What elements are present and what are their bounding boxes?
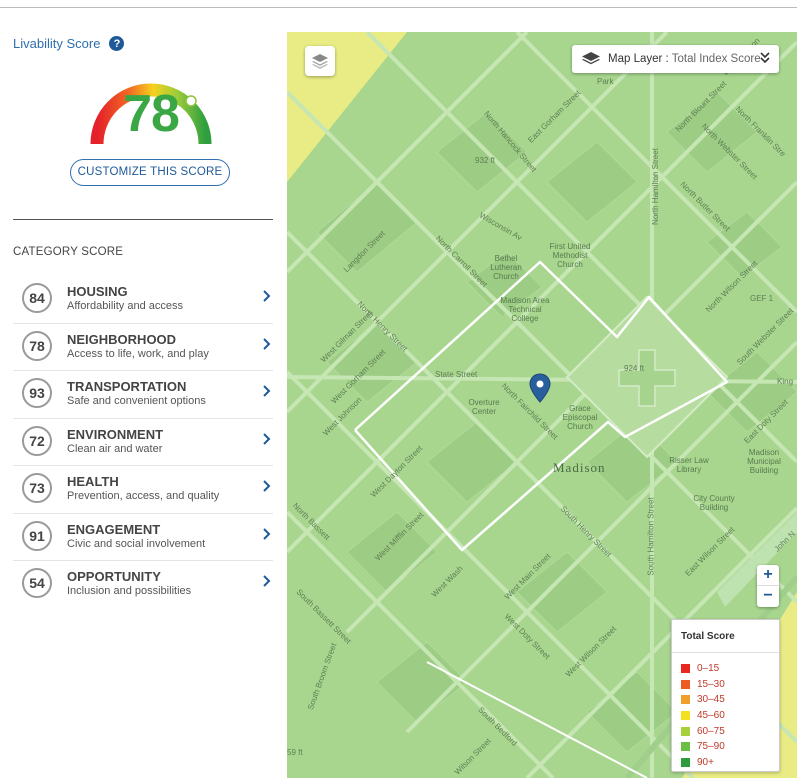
legend-item: 45–60 — [681, 708, 779, 724]
livability-header: Livability Score ? — [13, 36, 125, 51]
help-icon[interactable]: ? — [109, 36, 125, 51]
category-item-engagement[interactable]: 91 ENGAGEMENT Civic and social involveme… — [13, 514, 273, 561]
legend-label: 90+ — [697, 756, 714, 768]
category-name: TRANSPORTATION — [67, 379, 187, 394]
category-name: NEIGHBORHOOD — [67, 331, 177, 347]
category-description: Access to life, work, and play — [67, 347, 209, 360]
category-item-housing[interactable]: 84 HOUSING Affordability and access — [13, 276, 273, 324]
legend-swatch — [681, 664, 690, 674]
category-list: 84 HOUSING Affordability and access 78 N… — [13, 276, 273, 609]
poi-label: City County Building — [693, 494, 735, 512]
double-chevron-down-icon — [760, 52, 770, 64]
map-label: North Hamilton Street — [650, 148, 660, 225]
legend-label: 60–75 — [697, 725, 725, 737]
chevron-right-icon — [263, 337, 271, 350]
legend-swatch — [681, 679, 690, 689]
map-label: 932 ft — [475, 156, 496, 165]
chevron-right-icon — [263, 527, 271, 540]
category-description: Affordability and access — [67, 300, 183, 312]
category-score-badge: 73 — [22, 473, 52, 503]
map-label: 59 ft — [287, 748, 303, 757]
livability-title: Livability Score — [13, 36, 101, 51]
category-section-title: CATEGORY SCORE — [13, 246, 124, 258]
customize-score-button[interactable]: CUSTOMIZE THIS SCORE — [70, 159, 230, 186]
poi-label: Grace Episcopal Church — [562, 404, 598, 431]
category-description: Civic and social involvement — [67, 537, 206, 550]
legend-item: 90+ — [681, 755, 779, 771]
map-label: South Hamilton Street — [646, 497, 656, 576]
category-score-badge: 84 — [22, 283, 52, 313]
chevron-right-icon — [263, 432, 271, 445]
category-name: HOUSING — [67, 284, 128, 299]
legend-item: 0–15 — [681, 661, 779, 677]
category-name: ENGAGEMENT — [67, 521, 161, 537]
legend-swatch — [681, 726, 690, 736]
category-description: Safe and convenient options — [67, 395, 206, 407]
category-item-opportunity[interactable]: 54 OPPORTUNITY Inclusion and possibiliti… — [13, 561, 273, 609]
legend-items: 0–15 15–30 30–45 45–60 60–75 75–90 90+ — [672, 653, 779, 770]
map-layer-value: Total Index Score — [671, 53, 761, 65]
legend-swatch — [681, 695, 690, 705]
map-label: 924 ft — [624, 364, 645, 373]
score-gauge: 78 — [84, 64, 218, 148]
poi-label: Madison Municipal Building — [747, 448, 781, 475]
category-description: Clean air and water — [67, 442, 163, 455]
category-description: Prevention, access, and quality — [67, 490, 220, 502]
legend-label: 0–15 — [697, 663, 720, 675]
map-layer-label: Map Layer : — [608, 53, 669, 65]
legend-item: 60–75 — [681, 723, 779, 739]
category-score-badge: 91 — [22, 520, 52, 551]
zoom-in-button[interactable]: + — [757, 565, 779, 586]
poi-label: First United Methodist Church — [549, 242, 591, 269]
chevron-right-icon — [263, 290, 271, 302]
layers-icon — [312, 54, 328, 69]
category-score-badge: 72 — [22, 425, 52, 456]
category-name: HEALTH — [67, 474, 119, 489]
chevron-right-icon — [263, 385, 271, 397]
category-score-badge: 54 — [22, 568, 52, 598]
legend-item: 30–45 — [681, 692, 779, 708]
map-view[interactable]: Park 932 ft 924 ft 59 ft North Hancock S… — [287, 32, 797, 778]
poi-label: Overture Center — [468, 398, 500, 416]
legend-title: Total Score — [672, 620, 779, 653]
city-label: Madison — [553, 460, 606, 475]
legend-item: 75–90 — [681, 739, 779, 755]
category-item-transportation[interactable]: 93 TRANSPORTATION Safe and convenient op… — [13, 371, 273, 419]
poi-label: Madison Area Technical College — [500, 296, 550, 323]
map-label: State Street — [435, 370, 478, 379]
livability-score: 78 — [123, 85, 180, 143]
legend-label: 45–60 — [697, 710, 725, 722]
category-name: ENVIRONMENT — [67, 426, 164, 442]
map-label: King — [777, 377, 794, 386]
legend-swatch — [681, 711, 690, 721]
legend-item: 15–30 — [681, 677, 779, 693]
chevron-right-icon — [263, 575, 271, 587]
zoom-out-button[interactable]: − — [757, 586, 779, 607]
map-legend: Total Score 0–15 15–30 30–45 45–60 60–75 75–9… — [671, 619, 780, 772]
category-item-neighborhood[interactable]: 78 NEIGHBORHOOD Access to life, work, an… — [13, 324, 273, 371]
section-divider — [13, 219, 273, 220]
category-description: Inclusion and possibilities — [67, 585, 192, 597]
legend-label: 15–30 — [697, 678, 725, 690]
layers-icon — [582, 52, 600, 65]
category-item-health[interactable]: 73 HEALTH Prevention, access, and qualit… — [13, 466, 273, 514]
chevron-right-icon — [263, 480, 271, 492]
zoom-control: + − — [757, 565, 779, 607]
layers-toggle-button[interactable] — [305, 46, 335, 76]
category-score-badge: 78 — [22, 330, 52, 361]
legend-label: 75–90 — [697, 741, 725, 753]
legend-label: 30–45 — [697, 694, 725, 706]
legend-swatch — [681, 742, 690, 752]
category-name: OPPORTUNITY — [67, 569, 161, 584]
map-label: GEF 1 — [750, 294, 774, 303]
category-score-badge: 93 — [22, 378, 52, 408]
score-panel: Livability Score ? 78 CUSTOMIZE THIS SCO… — [0, 8, 286, 778]
location-pin-icon[interactable] — [529, 373, 551, 403]
category-item-environment[interactable]: 72 ENVIRONMENT Clean air and water — [13, 419, 273, 466]
legend-swatch — [681, 757, 690, 767]
poi-label: Risser Law Library — [669, 456, 709, 474]
map-label: Park — [597, 77, 614, 86]
poi-label: Bethel Lutheran Church — [490, 254, 522, 281]
map-layer-select[interactable]: Map Layer : Total Index Score — [572, 45, 779, 73]
